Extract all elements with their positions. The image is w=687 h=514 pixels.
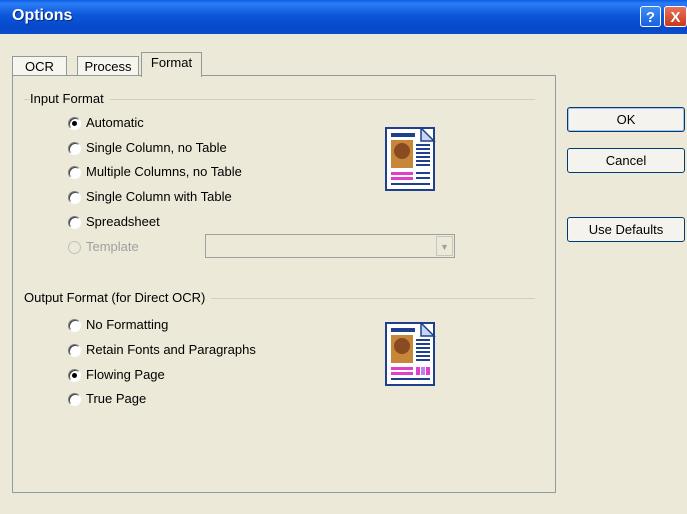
options-dialog: Options ? X OCR Process Format Input For… <box>0 0 687 514</box>
radio-label: Single Column with Table <box>86 189 232 204</box>
output-format-group-label: Output Format (for Direct OCR) <box>24 290 212 305</box>
radio-label: Spreadsheet <box>86 214 160 229</box>
document-preview-icon <box>385 127 436 191</box>
ok-button[interactable]: OK <box>567 107 685 132</box>
radio-button[interactable] <box>68 117 81 130</box>
header-bar <box>391 133 415 137</box>
tab-process[interactable]: Process <box>77 56 139 76</box>
help-icon: ? <box>645 9 656 26</box>
tab-format[interactable]: Format <box>141 52 202 77</box>
radio-label: Template <box>86 239 139 254</box>
radio-button[interactable] <box>68 216 81 229</box>
help-button[interactable]: ? <box>640 6 661 27</box>
radio-label: Flowing Page <box>86 367 165 382</box>
chevron-down-icon[interactable]: ▼ <box>436 236 453 256</box>
tab-ocr[interactable]: OCR <box>12 56 67 76</box>
radio-label: Automatic <box>86 115 144 130</box>
radio-label: No Formatting <box>86 317 169 332</box>
radio-button[interactable] <box>68 142 81 155</box>
tab-label: Format <box>150 55 193 70</box>
document-preview-icon <box>385 322 436 386</box>
window-title: Options <box>12 7 73 24</box>
cancel-button[interactable]: Cancel <box>567 148 685 173</box>
radio-button[interactable] <box>68 369 81 382</box>
ok-button-label: OK <box>616 112 636 127</box>
cancel-button-label: Cancel <box>605 153 647 168</box>
format-tab-panel <box>12 75 556 493</box>
radio-button[interactable] <box>68 319 81 332</box>
radio-button[interactable] <box>68 191 81 204</box>
input-format-group-label: Input Format <box>30 91 110 106</box>
use-defaults-button-label: Use Defaults <box>588 222 664 237</box>
photo-face <box>394 143 410 159</box>
use-defaults-button[interactable]: Use Defaults <box>567 217 685 242</box>
template-select[interactable]: ▼ <box>205 234 455 258</box>
radio-button[interactable] <box>68 393 81 406</box>
close-button[interactable]: X <box>664 6 687 27</box>
radio-label: Single Column, no Table <box>86 140 227 155</box>
title-bar[interactable]: Options ? X <box>0 0 687 34</box>
radio-label: Multiple Columns, no Table <box>86 164 242 179</box>
header-bar <box>391 328 415 332</box>
tab-label: Process <box>84 59 132 74</box>
radio-label: True Page <box>86 391 147 406</box>
tab-label: OCR <box>25 59 54 74</box>
radio-button[interactable] <box>68 344 81 357</box>
photo-face <box>394 338 410 354</box>
radio-button[interactable] <box>68 241 81 254</box>
radio-button[interactable] <box>68 166 81 179</box>
radio-label: Retain Fonts and Paragraphs <box>86 342 256 357</box>
close-icon: X <box>670 9 681 26</box>
